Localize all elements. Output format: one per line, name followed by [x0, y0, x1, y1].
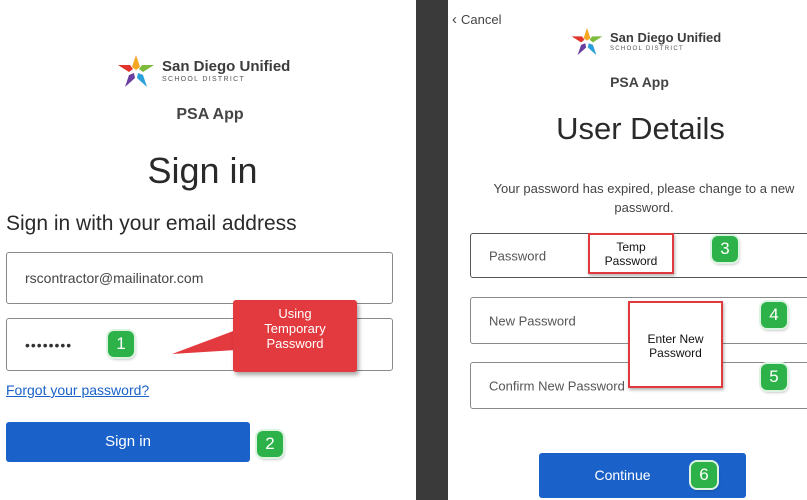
page-title: Sign in: [147, 150, 258, 191]
cancel-label: Cancel: [461, 12, 502, 27]
callout-line-1: Temp: [616, 240, 646, 254]
screen-divider: [416, 0, 448, 500]
email-field[interactable]: rscontractor@mailinator.com: [6, 252, 393, 304]
callout-line-1: Using: [278, 306, 312, 321]
password-value: ••••••••: [25, 336, 73, 353]
callout-pointer-icon: [172, 330, 236, 354]
step-badge-6: 6: [691, 462, 717, 488]
using-temp-password-callout: Using Temporary Password: [233, 300, 357, 372]
page-title: User Details: [556, 111, 725, 146]
callout-line-2: Temporary: [264, 321, 326, 336]
chevron-left-icon: ‹: [452, 11, 457, 28]
app-name: PSA App: [176, 106, 244, 123]
enter-new-password-callout: Enter New Password: [628, 301, 723, 388]
step-badge-3: 3: [712, 236, 738, 262]
signin-subtitle: Sign in with your email address: [6, 212, 297, 235]
confirm-password-placeholder: Confirm New Password: [489, 378, 625, 393]
district-logo: San Diego Unified SCHOOL DISTRICT: [570, 26, 721, 57]
forgot-password-link[interactable]: Forgot your password?: [6, 382, 149, 398]
district-logo: San Diego Unified SCHOOL DISTRICT: [116, 53, 290, 89]
email-value: rscontractor@mailinator.com: [25, 270, 204, 286]
password-expired-message: Your password has expired, please change…: [493, 181, 795, 215]
callout-line-2: Password: [604, 254, 658, 268]
user-details-screen: ‹ Cancel San Diego Unified SCHOOL DISTRIC…: [448, 0, 807, 500]
step-badge-4: 4: [761, 302, 787, 328]
callout-line-2: Password: [649, 346, 702, 360]
app-name: PSA App: [610, 74, 669, 90]
step-badge-5: 5: [761, 364, 787, 390]
cancel-link[interactable]: ‹ Cancel: [452, 11, 501, 28]
district-name: San Diego Unified: [162, 58, 291, 75]
step-badge-2: 2: [257, 431, 283, 457]
callout-line-3: Password: [266, 336, 324, 351]
sign-in-button[interactable]: Sign in: [6, 422, 250, 462]
district-name: San Diego Unified: [610, 30, 722, 45]
new-password-placeholder: New Password: [489, 313, 576, 328]
sign-in-screen: San Diego Unified SCHOOL DISTRICT PSA Ap…: [0, 0, 416, 500]
district-subtitle: SCHOOL DISTRICT: [610, 46, 684, 52]
step-badge-1: 1: [108, 331, 134, 357]
temp-password-callout: Temp Password: [588, 233, 674, 274]
district-subtitle: SCHOOL DISTRICT: [162, 76, 246, 83]
callout-line-1: Enter New: [647, 332, 704, 346]
current-password-placeholder: Password: [489, 248, 547, 263]
star-logo-icon: [571, 27, 603, 56]
star-logo-icon: [118, 55, 154, 87]
